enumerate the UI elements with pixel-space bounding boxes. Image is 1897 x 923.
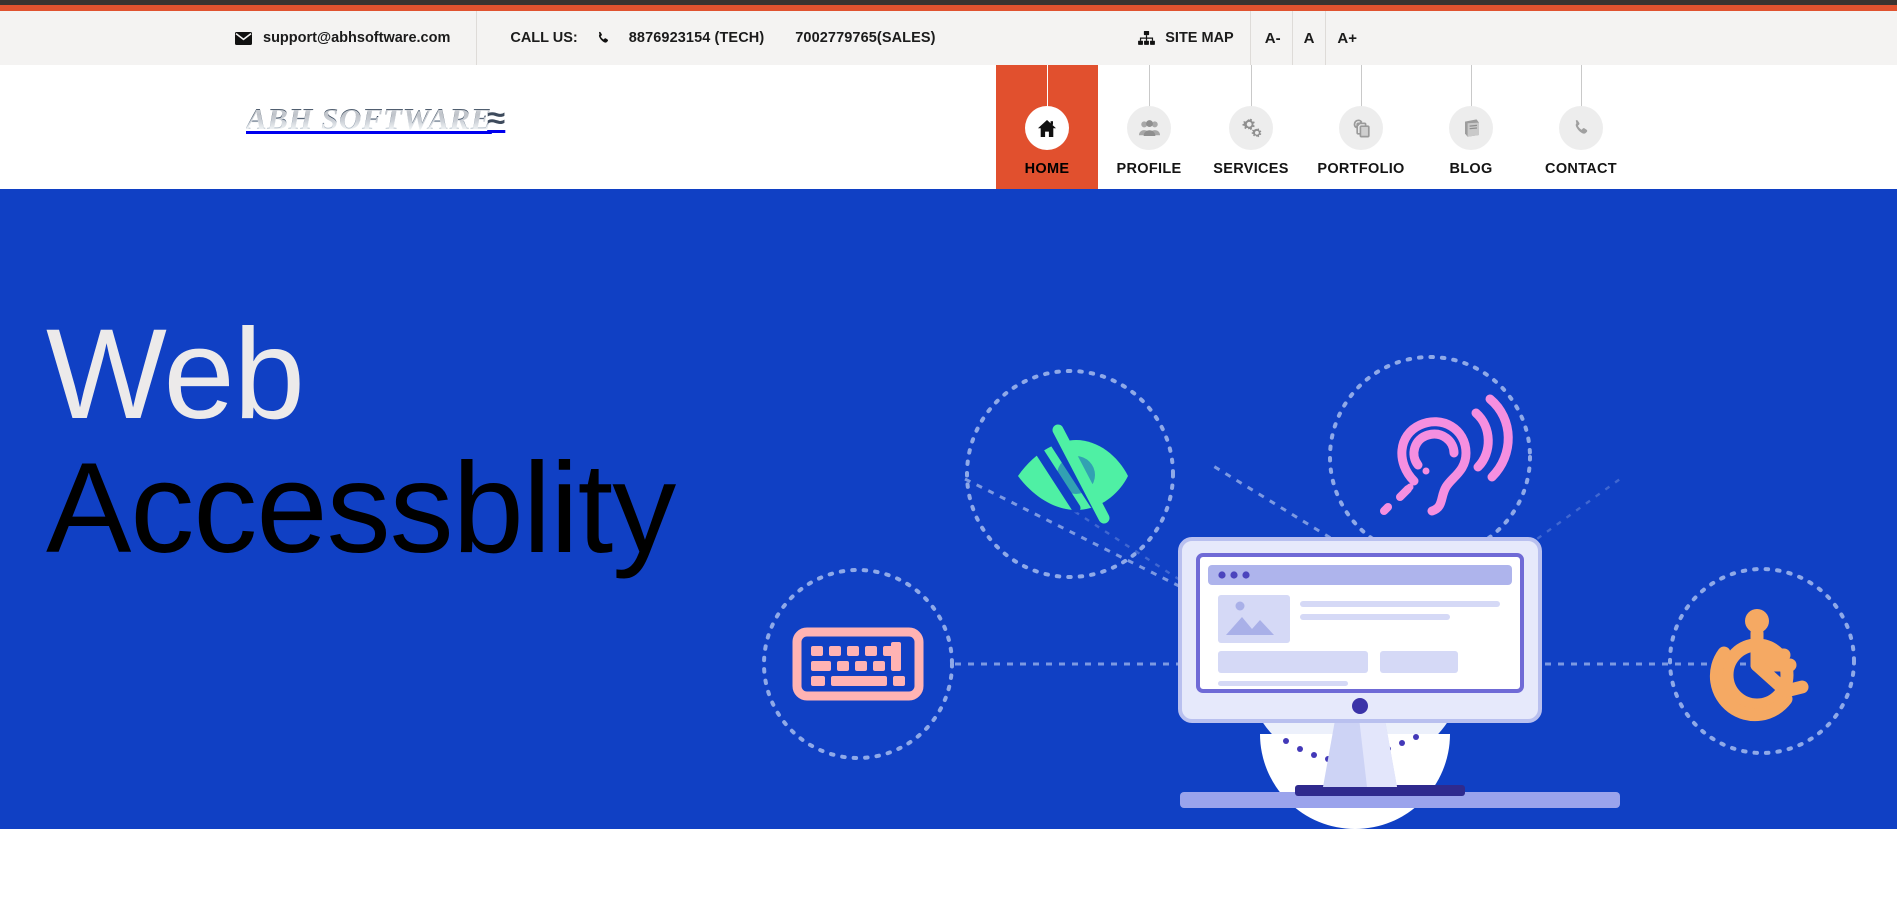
hero-heading-line1: Web xyxy=(46,303,305,446)
font-size-normal-button[interactable]: A xyxy=(1293,11,1327,65)
sitemap-icon xyxy=(1138,31,1156,45)
nav-label-portfolio: PORTFOLIO xyxy=(1317,161,1405,177)
email-contact[interactable]: support@abhsoftware.com xyxy=(217,11,478,65)
utility-bar: support@abhsoftware.com CALL US: 8876923… xyxy=(0,11,1897,65)
nav-hanger-line xyxy=(1148,65,1150,107)
hero-heading-line2: Accessblity xyxy=(46,437,676,580)
web-accessibility-illustration xyxy=(762,355,1856,829)
phone-icon xyxy=(1559,106,1603,150)
users-icon xyxy=(1127,106,1171,150)
nav-hanger-line xyxy=(1580,65,1582,107)
hero-heading: Web Accessblity xyxy=(46,303,676,580)
node-keyboard-navigation xyxy=(762,568,954,760)
node-visual-impairment xyxy=(965,369,1175,579)
nav-item-services[interactable]: SERVICES xyxy=(1200,65,1302,189)
phone-tech[interactable]: 8876923154 (TECH) xyxy=(629,30,765,46)
layers-icon xyxy=(1339,106,1383,150)
below-hero-whitespace xyxy=(0,829,1897,923)
envelope-icon xyxy=(235,31,252,45)
logo-mark-icon: ≈ xyxy=(486,102,506,135)
site-header: ABH SOFTWARE ≈ HOME PROFILE SERVICES POR… xyxy=(0,65,1897,189)
hero-banner: Web Accessblity xyxy=(0,189,1897,829)
nav-item-blog[interactable]: BLOG xyxy=(1420,65,1522,189)
logo-text: ABH SOFTWARE xyxy=(246,101,492,136)
nav-item-home[interactable]: HOME xyxy=(996,65,1098,189)
phone-icon xyxy=(596,31,611,46)
primary-navigation: HOME PROFILE SERVICES PORTFOLIO BLOG CON… xyxy=(996,65,1640,189)
phone-sales[interactable]: 7002779765(SALES) xyxy=(773,30,935,46)
gears-icon xyxy=(1229,106,1273,150)
home-icon xyxy=(1025,106,1069,150)
desktop-monitor-illustration xyxy=(1178,537,1620,829)
sitemap-link[interactable]: SITE MAP xyxy=(1120,11,1251,65)
nav-label-home: HOME xyxy=(1024,161,1070,177)
nav-label-services: SERVICES xyxy=(1213,161,1289,177)
call-us-group: CALL US: 8876923154 (TECH) 7002779765(SA… xyxy=(477,11,953,65)
nav-label-profile: PROFILE xyxy=(1116,161,1182,177)
nav-item-profile[interactable]: PROFILE xyxy=(1098,65,1200,189)
nav-item-portfolio[interactable]: PORTFOLIO xyxy=(1302,65,1420,189)
nav-hanger-line xyxy=(1250,65,1252,107)
nav-hanger-line xyxy=(1470,65,1472,107)
node-mobility-impairment xyxy=(1668,567,1856,755)
nav-hanger-line xyxy=(1360,65,1362,107)
nav-label-contact: CONTACT xyxy=(1545,161,1617,177)
font-size-increase-button[interactable]: A+ xyxy=(1326,11,1897,65)
nav-item-contact[interactable]: CONTACT xyxy=(1522,65,1640,189)
book-icon xyxy=(1449,106,1493,150)
node-hearing-impairment xyxy=(1328,355,1532,559)
call-us-label: CALL US: xyxy=(510,30,578,46)
email-text: support@abhsoftware.com xyxy=(263,30,451,46)
nav-label-blog: BLOG xyxy=(1449,161,1493,177)
sitemap-label: SITE MAP xyxy=(1165,30,1234,46)
site-logo[interactable]: ABH SOFTWARE ≈ xyxy=(246,93,505,145)
nav-hanger-line xyxy=(1046,65,1048,107)
utility-spacer xyxy=(954,11,1121,65)
font-size-decrease-button[interactable]: A- xyxy=(1251,11,1293,65)
